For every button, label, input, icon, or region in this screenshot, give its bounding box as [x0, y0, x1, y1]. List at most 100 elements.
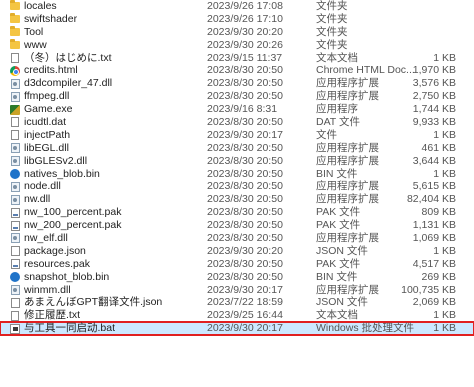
- dll-icon: [8, 77, 22, 90]
- file-name: nw_100_percent.pak: [24, 206, 122, 219]
- file-row[interactable]: locales 2023/9/26 17:08 文件夹: [0, 0, 474, 13]
- file-size: 1 KB: [433, 309, 456, 322]
- file-name: nw_200_percent.pak: [24, 219, 122, 232]
- file-date-modified: 2023/9/26 17:10: [207, 12, 283, 25]
- file-row[interactable]: ffmpeg.dll 2023/8/30 20:50 应用程序扩展 2,750 KB: [0, 90, 474, 103]
- file-row[interactable]: icudtl.dat 2023/8/30 20:50 DAT 文件 9,933 KB: [0, 116, 474, 129]
- file-type: 文件夹: [316, 38, 348, 51]
- file-size: 1 KB: [433, 322, 456, 335]
- file-date-modified: 2023/9/16 8:31: [207, 103, 278, 116]
- file-name: locales: [24, 0, 57, 12]
- file-name: resources.pak: [24, 257, 90, 270]
- file-row[interactable]: nw_200_percent.pak 2023/8/30 20:50 PAK 文件 1…: [0, 219, 474, 232]
- file-row[interactable]: natives_blob.bin 2023/8/30 20:50 BIN 文件 1 K…: [0, 168, 474, 181]
- file-name: injectPath: [24, 128, 71, 141]
- file-row[interactable]: libEGL.dll 2023/8/30 20:50 应用程序扩展 461 KB: [0, 142, 474, 155]
- file-row[interactable]: nw.dll 2023/8/30 20:50 应用程序扩展 82,404 KB: [0, 193, 474, 206]
- file-size: 5,615 KB: [412, 180, 456, 193]
- file-size: 4,517 KB: [412, 257, 456, 270]
- pak-file-icon: [8, 219, 22, 232]
- file-date-modified: 2023/9/15 11:37: [207, 51, 283, 64]
- file-name: Game.exe: [24, 103, 73, 116]
- dll-icon: [8, 142, 22, 155]
- file-row[interactable]: 与工具一同启动.bat 2023/9/30 20:17 Windows 批处理文件 1…: [0, 321, 474, 337]
- file-type: 文件夹: [316, 25, 348, 38]
- chrome-icon: [8, 64, 22, 77]
- file-date-modified: 2023/8/30 20:50: [207, 90, 283, 103]
- file-row[interactable]: swiftshader 2023/9/26 17:10 文件夹: [0, 13, 474, 26]
- bin-file-icon: [8, 168, 22, 181]
- file-name: （冬）はじめに.txt: [24, 51, 112, 64]
- file-date-modified: 2023/9/30 20:17: [207, 322, 283, 335]
- file-row[interactable]: 修正履歴.txt 2023/9/25 16:44 文本文档 1 KB: [0, 309, 474, 322]
- pak-file-icon: [8, 258, 22, 271]
- file-date-modified: 2023/9/30 20:20: [207, 244, 283, 257]
- file-date-modified: 2023/9/30 20:17: [207, 128, 283, 141]
- file-date-modified: 2023/8/30 20:50: [207, 167, 283, 180]
- file-row[interactable]: nw_100_percent.pak 2023/8/30 20:50 PAK 文件 8…: [0, 206, 474, 219]
- file-size: 2,069 KB: [412, 296, 456, 309]
- file-size: 1 KB: [433, 244, 456, 257]
- file-name: 与工具一同启动.bat: [24, 322, 116, 335]
- file-size: 82,404 KB: [406, 193, 456, 206]
- file-row[interactable]: winmm.dll 2023/9/30 20:17 应用程序扩展 100,735 KB: [0, 284, 474, 297]
- file-date-modified: 2023/9/25 16:44: [207, 309, 283, 322]
- pak-file-icon: [8, 206, 22, 219]
- file-row[interactable]: resources.pak 2023/8/30 20:50 PAK 文件 4,517 …: [0, 258, 474, 271]
- file-date-modified: 2023/8/30 20:50: [207, 180, 283, 193]
- file-row[interactable]: あまえんぼGPT翻译文件.json 2023/7/22 18:59 JSON 文件 2…: [0, 296, 474, 309]
- file-name: d3dcompiler_47.dll: [24, 77, 113, 90]
- file-size: 461 KB: [421, 141, 456, 154]
- folder-icon: [8, 39, 22, 52]
- file-name: あまえんぼGPT翻译文件.json: [24, 296, 163, 309]
- file-name: www: [24, 38, 47, 51]
- text-file-icon: [8, 309, 22, 322]
- file-name: swiftshader: [24, 12, 78, 25]
- dll-icon: [8, 193, 22, 206]
- text-file-icon: [8, 52, 22, 65]
- file-row[interactable]: libGLESv2.dll 2023/8/30 20:50 应用程序扩展 3,644 …: [0, 155, 474, 168]
- file-name: icudtl.dat: [24, 116, 67, 129]
- file-row[interactable]: node.dll 2023/8/30 20:50 应用程序扩展 5,615 KB: [0, 180, 474, 193]
- file-row[interactable]: Tool 2023/9/30 20:20 文件夹: [0, 26, 474, 39]
- file-row[interactable]: credits.html 2023/8/30 20:50 Chrome HTML D…: [0, 64, 474, 77]
- file-size: 269 KB: [421, 270, 456, 283]
- file-name: package.json: [24, 244, 86, 257]
- file-date-modified: 2023/9/30 20:26: [207, 38, 283, 51]
- file-icon: [8, 129, 22, 142]
- file-date-modified: 2023/8/30 20:50: [207, 64, 283, 77]
- file-name: Tool: [24, 25, 44, 38]
- file-name: nw.dll: [24, 193, 51, 206]
- file-size: 1,069 KB: [412, 232, 456, 245]
- folder-icon: [8, 0, 22, 13]
- bin-file-icon: [8, 271, 22, 284]
- json-file-icon: [8, 296, 22, 309]
- file-name: libGLESv2.dll: [24, 154, 88, 167]
- folder-icon: [8, 13, 22, 26]
- file-size: 1 KB: [433, 167, 456, 180]
- file-row[interactable]: package.json 2023/9/30 20:20 JSON 文件 1 KB: [0, 245, 474, 258]
- file-row[interactable]: （冬）はじめに.txt 2023/9/15 11:37 文本文档 1 KB: [0, 52, 474, 65]
- file-size: 2,750 KB: [412, 90, 456, 103]
- file-list: locales 2023/9/26 17:08 文件夹 swiftshader 2023…: [0, 0, 474, 337]
- json-file-icon: [8, 245, 22, 258]
- file-row[interactable]: snapshot_blob.bin 2023/8/30 20:50 BIN 文件 26…: [0, 271, 474, 284]
- file-date-modified: 2023/9/26 17:08: [207, 0, 283, 12]
- file-date-modified: 2023/7/22 18:59: [207, 296, 283, 309]
- file-size: 100,735 KB: [401, 283, 456, 296]
- file-size: 1 KB: [433, 51, 456, 64]
- folder-icon: [8, 26, 22, 39]
- file-name: nw_elf.dll: [24, 232, 68, 245]
- file-date-modified: 2023/8/30 20:50: [207, 141, 283, 154]
- file-date-modified: 2023/8/30 20:50: [207, 219, 283, 232]
- file-name: node.dll: [24, 180, 61, 193]
- file-type: 文件夹: [316, 12, 348, 25]
- file-row[interactable]: Game.exe 2023/9/16 8:31 应用程序 1,744 KB: [0, 103, 474, 116]
- file-date-modified: 2023/8/30 20:50: [207, 232, 283, 245]
- file-row[interactable]: www 2023/9/30 20:26 文件夹: [0, 39, 474, 52]
- file-date-modified: 2023/8/30 20:50: [207, 154, 283, 167]
- file-row[interactable]: injectPath 2023/9/30 20:17 文件 1 KB: [0, 129, 474, 142]
- file-row[interactable]: d3dcompiler_47.dll 2023/8/30 20:50 应用程序扩展 3…: [0, 77, 474, 90]
- file-date-modified: 2023/8/30 20:50: [207, 193, 283, 206]
- file-row[interactable]: nw_elf.dll 2023/8/30 20:50 应用程序扩展 1,069 KB: [0, 232, 474, 245]
